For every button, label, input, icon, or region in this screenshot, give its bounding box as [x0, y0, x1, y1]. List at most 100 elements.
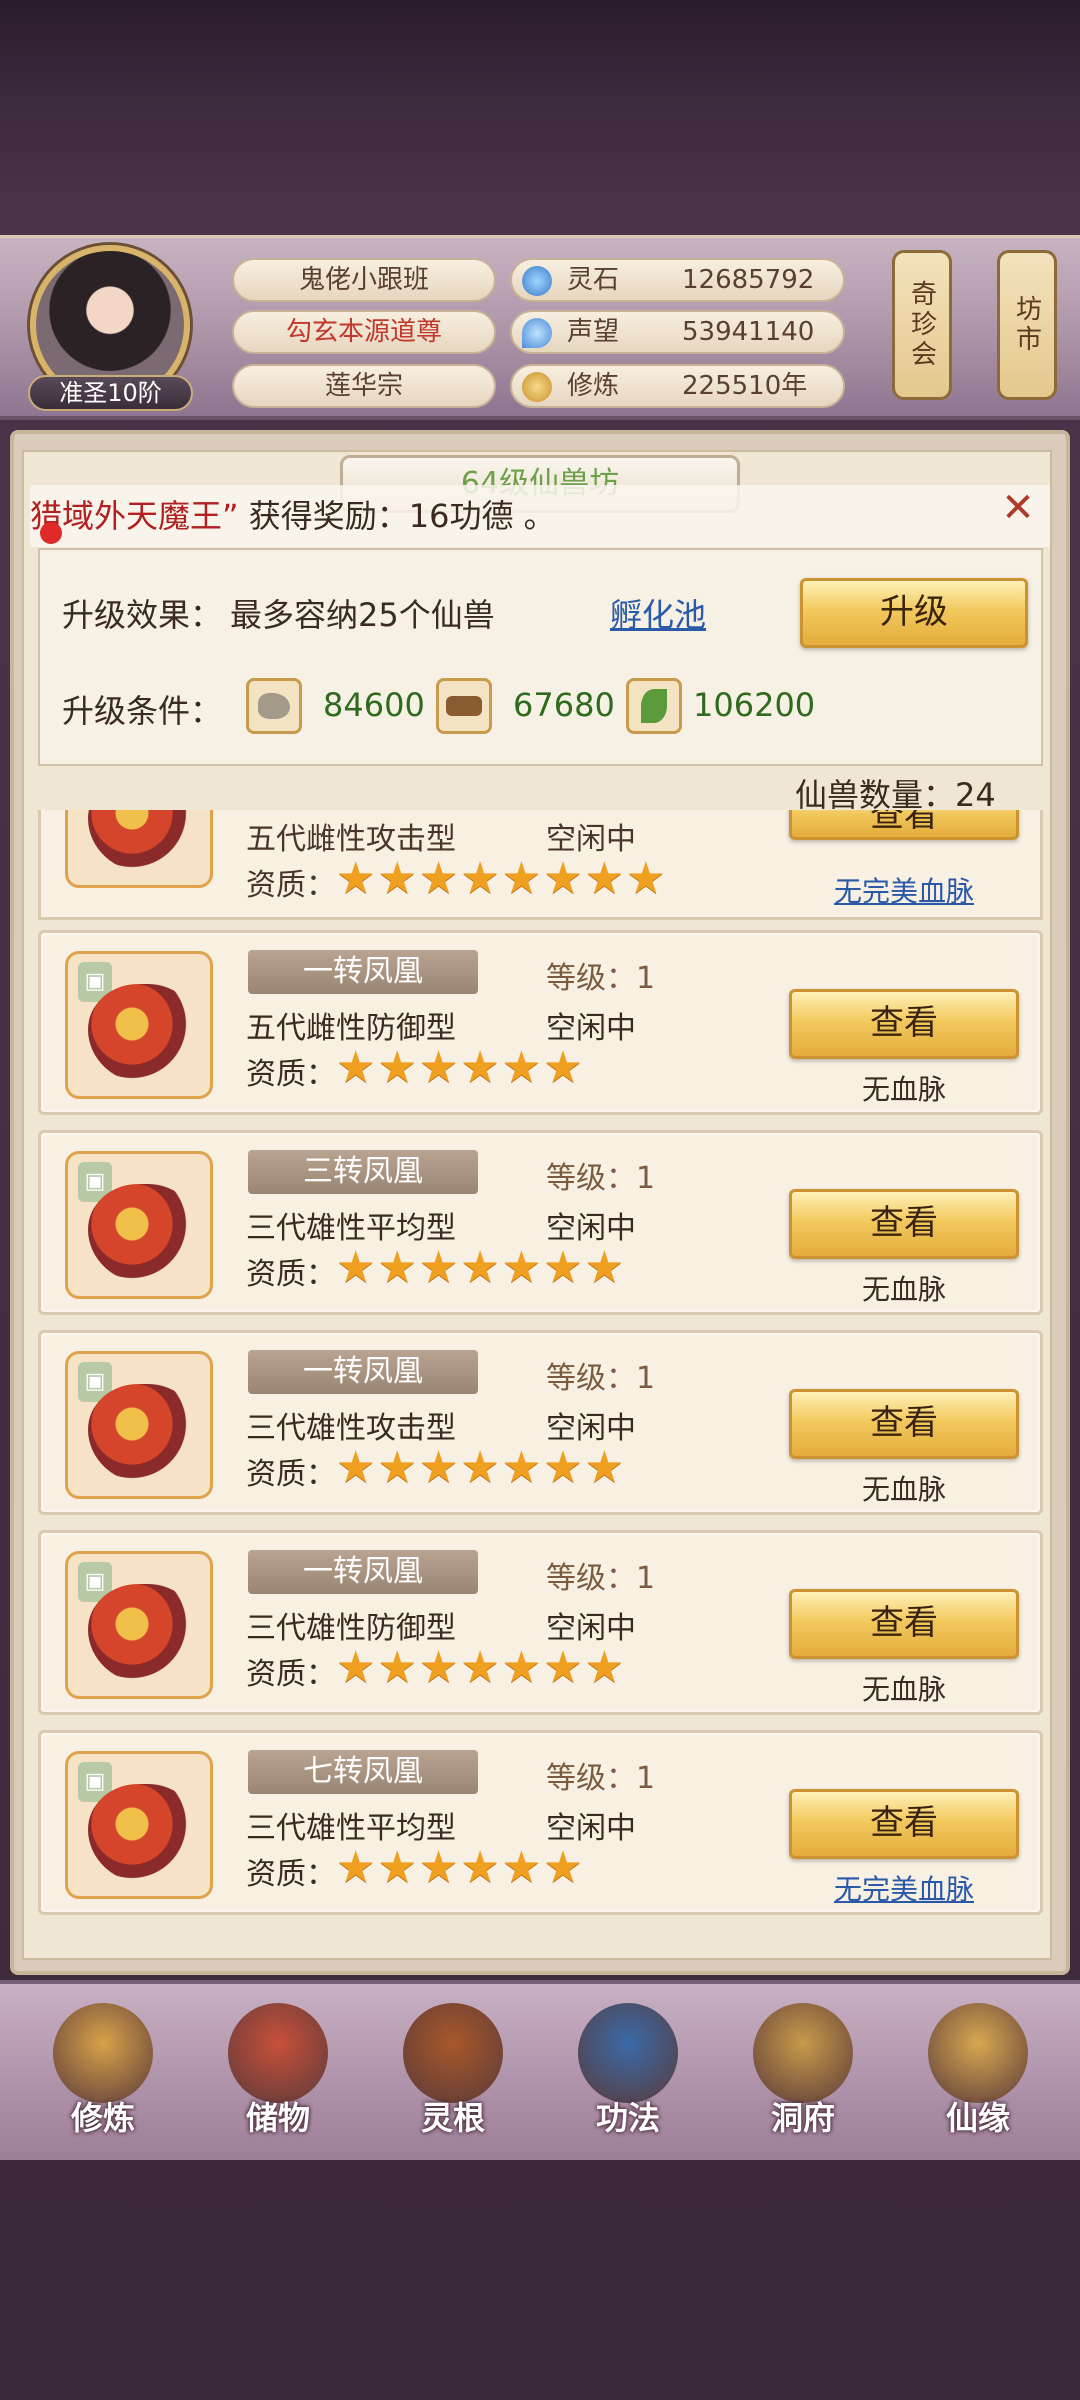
phoenix-thumbnail: ▣	[65, 1151, 213, 1299]
player-sect: 莲华宗	[232, 364, 496, 408]
beast-name: 一转凤凰	[248, 950, 478, 994]
wood-icon[interactable]	[436, 678, 492, 734]
ore-icon[interactable]	[246, 678, 302, 734]
phoenix-icon	[88, 1584, 198, 1684]
material-value: 67680	[513, 686, 615, 724]
beast-state: 空闲中	[546, 1211, 636, 1246]
view-button[interactable]: 查看	[789, 1189, 1019, 1259]
aptitude-stars: ★★★★★★	[336, 1842, 585, 1893]
view-button[interactable]: 查看	[789, 989, 1019, 1059]
bloodline-status: 无血脉	[861, 1073, 946, 1106]
resource-reputation: 声望 53941140	[510, 310, 845, 354]
beast-level: 等级：1	[546, 961, 656, 996]
beast-gen: 三代雄性平均型	[246, 1211, 456, 1246]
resource-value: 12685792	[682, 265, 815, 295]
player-name: 鬼佬小跟班	[232, 258, 496, 302]
notice-quote: ”	[222, 497, 239, 535]
aptitude-stars: ★★★★★★★	[336, 1642, 627, 1693]
nav-item-book[interactable]: 功法	[558, 1995, 698, 2155]
resource-value: 225510年	[682, 371, 808, 401]
beast-card[interactable]: ▣ 一转凤凰 等级：1 三代雄性防御型 空闲中 资质： ★★★★★★★ 查看 无…	[38, 1530, 1043, 1715]
bloodline-status: 无血脉	[861, 1673, 946, 1706]
beast-level: 等级：1	[546, 1361, 656, 1396]
beast-card[interactable]: ▣ 一转凤凰 等级：1 三代雄性攻击型 空闲中 资质： ★★★★★★★ 查看 无…	[38, 1330, 1043, 1515]
aptitude-stars: ★★★★★★	[336, 1042, 585, 1093]
nav-label: 仙缘	[945, 2099, 1010, 2137]
scroll-market[interactable]: 坊市	[997, 250, 1057, 400]
beast-state: 空闲中	[546, 822, 636, 857]
view-button[interactable]: 查看	[789, 1389, 1019, 1459]
beast-name: 一转凤凰	[248, 1350, 478, 1394]
book-icon	[578, 2003, 678, 2103]
beast-name: 一转凤凰	[248, 1550, 478, 1594]
nav-label: 灵根	[420, 2099, 485, 2137]
view-button[interactable]: 查看	[789, 1589, 1019, 1659]
spirit-stone-icon	[522, 266, 552, 296]
aptitude-stars: ★★★★★★★	[336, 1442, 627, 1493]
spirit-root-icon	[403, 2003, 503, 2103]
phoenix-thumbnail: ▣	[65, 951, 213, 1099]
aptitude-label: 资质：	[246, 1257, 336, 1292]
nav-label: 功法	[595, 2099, 660, 2137]
aptitude-label: 资质：	[246, 1057, 336, 1092]
nav-label: 储物	[245, 2099, 310, 2137]
upgrade-effect-value: 最多容纳25个仙兽	[230, 596, 495, 634]
reputation-icon	[522, 318, 552, 348]
cultivation-icon	[522, 372, 552, 402]
beast-name: 七转凤凰	[248, 1750, 478, 1794]
resource-label: 灵石	[567, 265, 620, 295]
beast-level: 等级：1	[546, 1161, 656, 1196]
view-button[interactable]: 查看	[789, 1789, 1019, 1859]
beast-card[interactable]: ▣ 七转凤凰 等级：1 三代雄性平均型 空闲中 资质： ★★★★★★ 查看 无完…	[38, 1730, 1043, 1915]
herb-icon[interactable]	[626, 678, 682, 734]
aptitude-label: 资质：	[246, 868, 336, 903]
beast-name: 三转凤凰	[248, 1150, 478, 1194]
aptitude-label: 资质：	[246, 1857, 336, 1892]
phoenix-icon	[88, 984, 198, 1084]
beast-card[interactable]: ▣ 三转凤凰 等级：1 三代雄性平均型 空闲中 资质： ★★★★★★★ 查看 无…	[38, 1130, 1043, 1315]
resource-label: 修炼	[567, 371, 620, 401]
resource-cultivation: 修炼 225510年	[510, 364, 845, 408]
close-icon[interactable]: ✕	[998, 488, 1038, 528]
aptitude-label: 资质：	[246, 1457, 336, 1492]
view-button[interactable]: 查看	[789, 810, 1019, 840]
bloodline-link[interactable]: 无完美血脉	[789, 1868, 1019, 1908]
beast-gen: 五代雌性防御型	[246, 1011, 456, 1046]
notification-dot	[40, 522, 62, 544]
phoenix-thumbnail: ▣	[65, 1751, 213, 1899]
phoenix-icon	[88, 1784, 198, 1884]
upgrade-button[interactable]: 升级	[800, 578, 1028, 648]
beast-gen: 五代雌性攻击型	[246, 822, 456, 857]
beast-card-partial[interactable]: 查看 五代雌性攻击型 空闲中 资质： ★★★★★★★★ 无完美血脉	[38, 810, 1043, 920]
material-value: 106200	[693, 686, 816, 724]
beast-level: 等级：1	[546, 1761, 656, 1796]
resource-label: 声望	[567, 317, 620, 347]
beast-state: 空闲中	[546, 1811, 636, 1846]
aptitude-stars: ★★★★★★★	[336, 1242, 627, 1293]
hatch-pool-link[interactable]: 孵化池	[610, 590, 706, 636]
phoenix-thumbnail	[65, 810, 213, 888]
upgrade-effect-label: 升级效果：	[62, 596, 223, 634]
scroll-treasure-fair[interactable]: 奇珍会	[892, 250, 952, 400]
beast-card[interactable]: ▣ 一转凤凰 等级：1 五代雌性防御型 空闲中 资质： ★★★★★★ 查看 无血…	[38, 930, 1043, 1115]
nav-item-bag[interactable]: 储物	[208, 1995, 348, 2155]
upgrade-box: 升级效果： 最多容纳25个仙兽 孵化池 升级 升级条件： 84600 67680…	[38, 548, 1043, 766]
beast-gen: 三代雄性攻击型	[246, 1411, 456, 1446]
phoenix-thumbnail: ▣	[65, 1551, 213, 1699]
aptitude-stars: ★★★★★★★★	[336, 853, 668, 904]
aptitude-label: 资质：	[246, 1657, 336, 1692]
phoenix-icon	[88, 810, 198, 873]
resource-spirit-stone: 灵石 12685792	[510, 258, 845, 302]
beast-state: 空闲中	[546, 1011, 636, 1046]
monk-icon	[53, 2003, 153, 2103]
nav-item-monk[interactable]: 修炼	[33, 1995, 173, 2155]
mansion-icon	[753, 2003, 853, 2103]
nav-label: 洞府	[770, 2099, 835, 2137]
player-title[interactable]: 勾玄本源道尊	[232, 310, 496, 354]
nav-item-gourd[interactable]: 仙缘	[908, 1995, 1048, 2155]
nav-item-spirit-root[interactable]: 灵根	[383, 1995, 523, 2155]
bloodline-status: 无血脉	[861, 1273, 946, 1306]
nav-item-mansion[interactable]: 洞府	[733, 1995, 873, 2155]
bloodline-link[interactable]: 无完美血脉	[789, 870, 1019, 910]
phoenix-icon	[88, 1184, 198, 1284]
